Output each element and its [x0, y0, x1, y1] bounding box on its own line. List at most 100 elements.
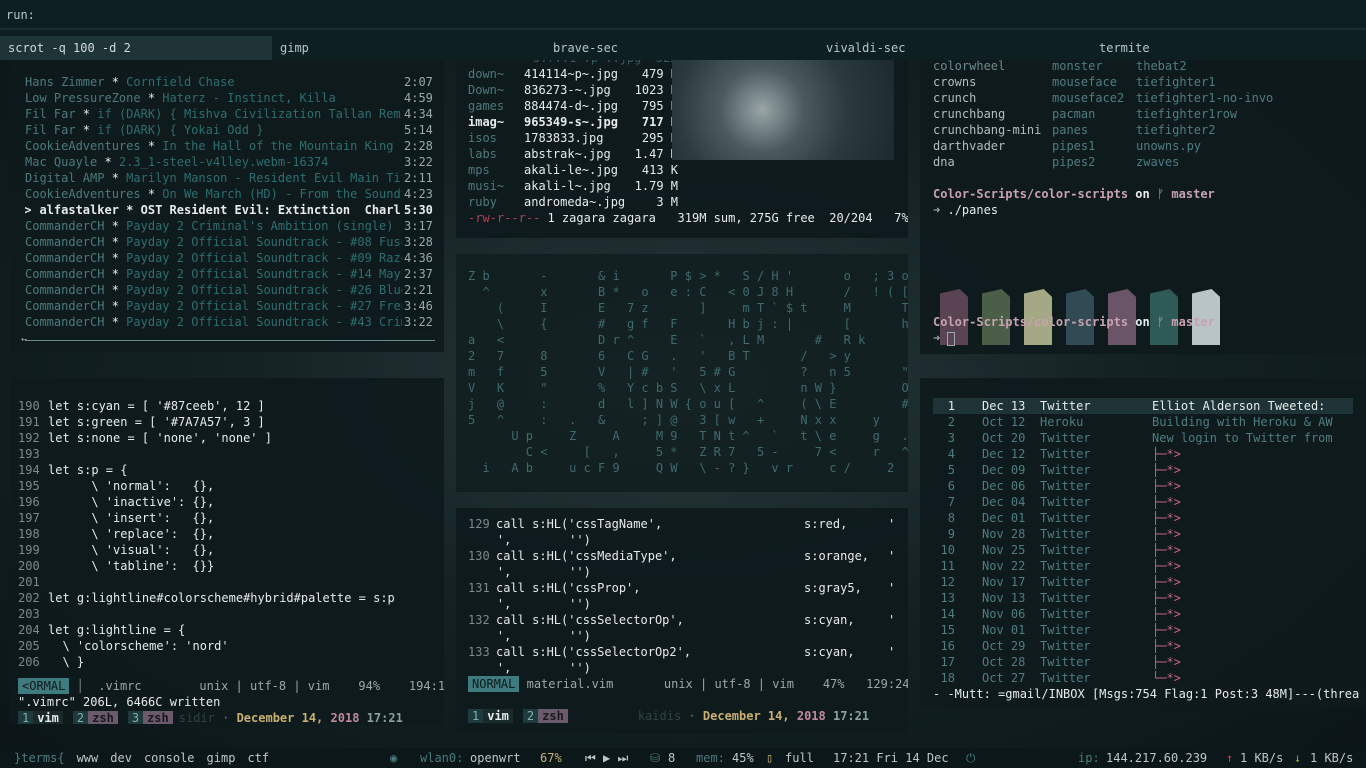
file-row[interactable]: musi~ akali-l~.jpg 1.79 M — [468, 178, 908, 194]
mail-row[interactable]: 10 Nov 25 Twitter ├─*> — [933, 542, 1353, 558]
track-row[interactable]: CommanderCH * Payday 2 Official Soundtra… — [25, 234, 435, 250]
mail-row[interactable]: 4 Dec 12 Twitter ├─*> — [933, 446, 1353, 462]
mail-row[interactable]: 16 Oct 29 Twitter ├─*> — [933, 638, 1353, 654]
script-name[interactable]: colorwheel — [933, 58, 1005, 74]
track-row[interactable]: Hans Zimmer * Cornfield Chase 2:07 — [25, 74, 435, 90]
workspace-terms[interactable]: }terms{ — [14, 751, 65, 765]
code-line[interactable]: 190 let s:cyan = [ '#87ceeb', 12 ] — [18, 398, 444, 414]
script-name[interactable]: crowns — [933, 74, 976, 90]
power-icon[interactable]: ⏻ — [966, 748, 976, 768]
script-name[interactable]: unowns.py — [1136, 138, 1201, 154]
mail-row[interactable]: 18 Oct 27 Twitter └─*> — [933, 670, 1353, 686]
mail-row[interactable]: 17 Oct 28 Twitter ├─*> — [933, 654, 1353, 670]
tmux-tab[interactable]: 2 zsh — [72, 711, 118, 724]
mail-row[interactable]: 9 Nov 28 Twitter ├─*> — [933, 526, 1353, 542]
script-name[interactable]: dna — [933, 154, 955, 170]
track-row[interactable]: Digital AMP * Marilyn Manson - Resident … — [25, 170, 435, 186]
code-line[interactable]: 131 call s:HL('cssProp', s:gray5, ' — [468, 580, 908, 596]
code-line[interactable]: 196 \ 'inactive': {}, — [18, 494, 444, 510]
script-name[interactable]: crunchbang — [933, 106, 1005, 122]
workspace-www[interactable]: www — [77, 751, 99, 765]
mail-row[interactable]: 5 Dec 09 Twitter ├─*> — [933, 462, 1353, 478]
mail-row[interactable]: 11 Nov 22 Twitter ├─*> — [933, 558, 1353, 574]
code-line[interactable]: 194 let s:p = { — [18, 462, 444, 478]
mail-row[interactable]: 15 Nov 01 Twitter ├─*> — [933, 622, 1353, 638]
dmenu-item-gimp[interactable]: gimp — [272, 36, 545, 60]
code-line[interactable]: 201 — [18, 574, 444, 590]
code-line[interactable]: 205 \ 'colorscheme': 'nord' — [18, 638, 444, 654]
track-row[interactable]: >> alfastalker * OST Resident Evil: Extin… — [25, 202, 435, 218]
code-line[interactable]: 130 call s:HL('cssMediaType', s:orange, ' — [468, 548, 908, 564]
script-name[interactable]: mouseface2 — [1052, 90, 1124, 106]
track-row[interactable]: Fil Far * if (DARK) { Mishva Civilizatio… — [25, 106, 435, 122]
mail-row[interactable]: 3 Oct 20 Twitter New login to Twitter from — [933, 430, 1353, 446]
file-row[interactable]: mps akali-le~.jpg 413 K — [468, 162, 908, 178]
track-row[interactable]: CookieAdventures * In the Hall of the Mo… — [25, 138, 435, 154]
input-line[interactable]: ➜ — [933, 330, 956, 346]
workspace-console[interactable]: console — [144, 751, 195, 765]
progress-bar[interactable]: ← — [21, 334, 435, 345]
script-name[interactable]: tiefighter2 — [1136, 122, 1215, 138]
workspace-dev[interactable]: dev — [110, 751, 132, 765]
code-line[interactable]: 129 call s:HL('cssTagName', s:red, ' — [468, 516, 908, 532]
track-row[interactable]: CommanderCH * Payday 2 Official Soundtra… — [25, 282, 435, 298]
script-name[interactable]: zwaves — [1136, 154, 1179, 170]
code-line[interactable]: 202 let g:lightline#colorscheme#hybrid#pa… — [18, 590, 444, 606]
code-line[interactable]: 204 let g:lightline = { — [18, 622, 444, 638]
code-line[interactable]: 191 let s:green = [ '#7A7A57', 3 ] — [18, 414, 444, 430]
track-row[interactable]: CommanderCH * Payday 2 Official Soundtra… — [25, 250, 435, 266]
script-name[interactable]: tiefighter1 — [1136, 74, 1215, 90]
script-name[interactable]: thebat2 — [1136, 58, 1187, 74]
code-line[interactable]: 200 \ 'tabline': {}} — [18, 558, 444, 574]
tmux-tab[interactable]: 1 vim — [468, 709, 513, 723]
mail-row[interactable]: 1 Dec 13 Twitter Elliot Alderson Tweeted: — [933, 398, 1353, 414]
mail-row[interactable]: 6 Dec 06 Twitter ├─*> — [933, 478, 1353, 494]
workspace-gimp[interactable]: gimp — [207, 751, 236, 765]
code-line[interactable]: 197 \ 'insert': {}, — [18, 510, 444, 526]
mail-row[interactable]: 14 Nov 06 Twitter ├─*> — [933, 606, 1353, 622]
run-prompt[interactable]: run: — [0, 0, 1366, 30]
media-controls[interactable]: ⏮ ▶ ⏭ — [585, 748, 628, 768]
dmenu-item-termite[interactable]: termite — [1091, 36, 1366, 60]
tmux-tab[interactable]: 2 zsh — [522, 709, 568, 723]
script-name[interactable]: pacman — [1052, 106, 1095, 122]
track-row[interactable]: CommanderCH * Payday 2 Official Soundtra… — [25, 314, 435, 330]
script-name[interactable]: darthvader — [933, 138, 1005, 154]
code-line[interactable]: 193 — [18, 446, 444, 462]
workspace-ctf[interactable]: ctf — [247, 751, 269, 765]
track-row[interactable]: Low PressureZone * Haterz - Instinct, Ki… — [25, 90, 435, 106]
track-row[interactable]: Fil Far * if (DARK) { Yokai Odd } 5:14 — [25, 122, 435, 138]
mail-row[interactable]: 7 Dec 04 Twitter ├─*> — [933, 494, 1353, 510]
code-line[interactable]: 195 \ 'normal': {}, — [18, 478, 444, 494]
track-row[interactable]: Mac Quayle * 2.3_1-steel-v4lley.webm-163… — [25, 154, 435, 170]
script-name[interactable]: crunch — [933, 90, 976, 106]
script-name[interactable]: pipes2 — [1052, 154, 1095, 170]
dmenu-item-vivaldi-sec[interactable]: vivaldi-sec — [818, 36, 1091, 60]
dmenu-item-brave-sec[interactable]: brave-sec — [545, 36, 818, 60]
code-line[interactable]: 192 let s:none = [ 'none', 'none' ] — [18, 430, 444, 446]
mail-row[interactable]: 2 Oct 12 Heroku Building with Heroku & AW — [933, 414, 1353, 430]
mail-row[interactable]: 13 Nov 13 Twitter ├─*> — [933, 590, 1353, 606]
code-line[interactable]: 206 \ } — [18, 654, 444, 670]
code-line[interactable]: 198 \ 'replace': {}, — [18, 526, 444, 542]
script-name[interactable]: monster — [1052, 58, 1103, 74]
tmux-tab[interactable]: 1 vim — [18, 711, 63, 724]
code-line[interactable]: 199 \ 'visual': {}, — [18, 542, 444, 558]
track-row[interactable]: CommanderCH * Payday 2 Official Soundtra… — [25, 298, 435, 314]
script-name[interactable]: mouseface — [1052, 74, 1117, 90]
script-name[interactable]: tiefighter1-no-invo — [1136, 90, 1273, 106]
track-row[interactable]: CommanderCH * Payday 2 Official Soundtra… — [25, 266, 435, 282]
script-name[interactable]: panes — [1052, 122, 1088, 138]
script-name[interactable]: tiefighter1row — [1136, 106, 1237, 122]
tmux-tab[interactable]: 3 zsh — [127, 711, 173, 724]
mail-row[interactable]: 12 Nov 17 Twitter ├─*> — [933, 574, 1353, 590]
dmenu-item-scrot[interactable]: scrot -q 100 -d 2 — [0, 36, 272, 60]
track-row[interactable]: CommanderCH * Payday 2 Criminal's Ambiti… — [25, 218, 435, 234]
track-row[interactable]: CookieAdventures * On We March (HD) - Fr… — [25, 186, 435, 202]
code-line[interactable]: 132 call s:HL('cssSelectorOp', s:cyan, ' — [468, 612, 908, 628]
file-row[interactable]: ruby andromeda~.jpg 3 M — [468, 194, 908, 210]
script-name[interactable]: pipes1 — [1052, 138, 1095, 154]
mail-row[interactable]: 8 Dec 01 Twitter ├─*> — [933, 510, 1353, 526]
script-name[interactable]: crunchbang-mini — [933, 122, 1041, 138]
code-line[interactable]: 203 — [18, 606, 444, 622]
